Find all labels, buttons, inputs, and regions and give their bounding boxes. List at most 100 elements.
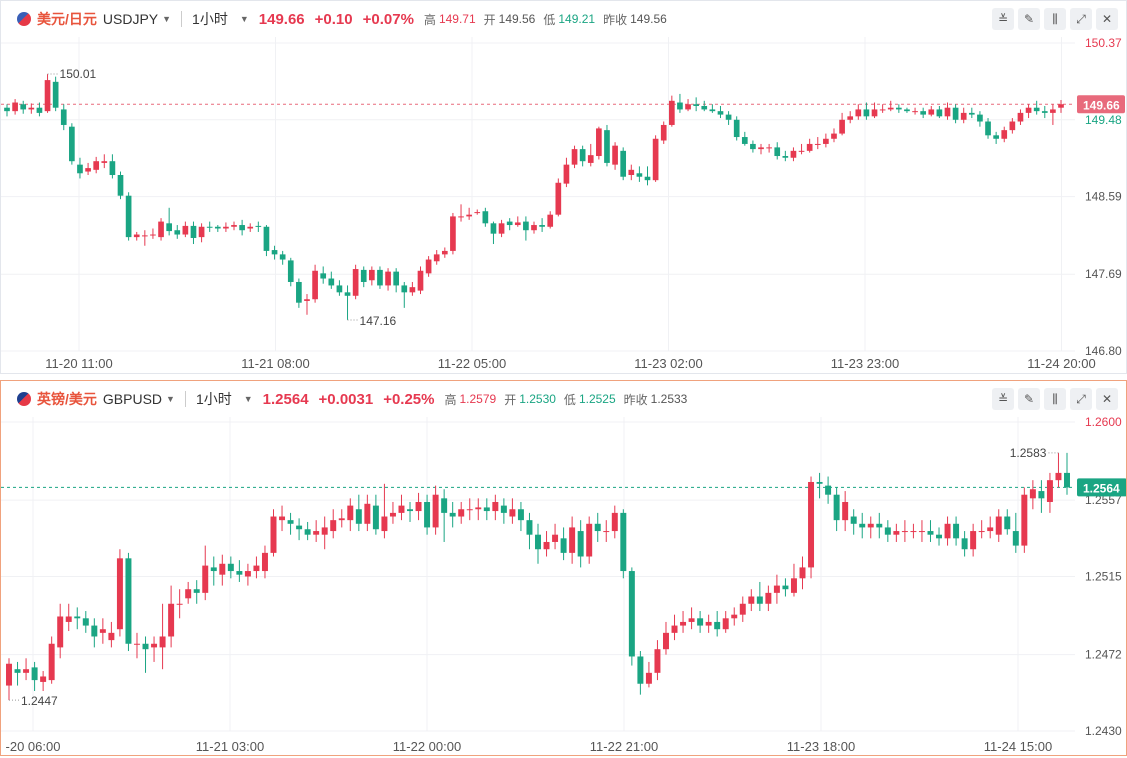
candle-body	[555, 182, 562, 215]
candle-body	[398, 505, 405, 513]
candle-body	[125, 558, 132, 644]
x-tick-label: 11-22 05:00	[438, 356, 506, 371]
candle-body	[60, 109, 67, 125]
candle-body	[765, 592, 772, 604]
candle-body	[1033, 107, 1040, 112]
candle-body	[377, 269, 383, 286]
gbpusd-chart[interactable]: 1.26001.25571.25151.24721.2430-20 06:00 1…	[1, 381, 1126, 755]
candle-body	[168, 603, 175, 637]
candle-body	[722, 618, 729, 630]
candle-body	[739, 603, 746, 615]
candle-body	[304, 299, 310, 301]
candle-body	[223, 226, 229, 229]
candle-body	[304, 529, 311, 535]
candle-body	[798, 150, 805, 152]
candle-body	[253, 565, 260, 572]
usdjpy-chart[interactable]: 150.37149.48148.59147.69146.8011-20 11:0…	[1, 1, 1126, 373]
candle-body	[320, 273, 327, 279]
candle-body	[693, 104, 699, 106]
candle-body	[506, 221, 513, 226]
candle-body	[884, 527, 891, 535]
candle-body	[563, 164, 570, 184]
candle-body	[279, 516, 286, 521]
candle-body	[313, 531, 320, 535]
candle-body	[662, 632, 669, 650]
candle-body	[101, 161, 108, 163]
candle-body	[159, 636, 166, 648]
candle-body	[475, 507, 482, 510]
candle-body	[790, 578, 797, 593]
candle-body	[552, 534, 559, 542]
x-tick-label: 11-21 03:00	[196, 739, 264, 754]
candle-body	[433, 254, 440, 262]
candle-body	[839, 119, 845, 134]
candle-body	[680, 621, 687, 626]
candle-body	[352, 269, 359, 296]
candle-body	[498, 223, 505, 234]
candle-body	[823, 138, 829, 144]
candle-body	[586, 523, 593, 557]
x-tick-label: 11-23 02:00	[634, 356, 702, 371]
max-label: 150.01	[60, 67, 97, 81]
candle-body	[936, 109, 943, 117]
candle-body	[936, 534, 943, 539]
candle-body	[458, 216, 464, 218]
candle-body	[360, 269, 367, 282]
candle-body	[654, 649, 661, 673]
candle-body	[1012, 531, 1019, 546]
candle-body	[594, 523, 601, 532]
candle-body	[717, 111, 724, 115]
candle-body	[928, 109, 935, 115]
candle-body	[151, 643, 158, 648]
candle-body	[701, 105, 708, 110]
candle-body	[628, 169, 635, 175]
candle-body	[449, 512, 456, 517]
candle-body	[31, 667, 38, 681]
candle-body	[409, 287, 416, 293]
candle-body	[424, 501, 431, 528]
candle-body	[1050, 109, 1056, 113]
candle-body	[65, 616, 72, 622]
candle-body	[91, 625, 98, 637]
candle-body	[296, 281, 302, 303]
candle-body	[611, 512, 618, 532]
candle-body	[896, 107, 902, 110]
candle-body	[952, 107, 959, 120]
candle-body	[239, 225, 245, 231]
candle-body	[36, 107, 43, 113]
candle-body	[219, 563, 226, 575]
y-tick-label: 1.2515	[1085, 570, 1122, 584]
candle-body	[774, 147, 781, 157]
candle-body	[977, 114, 983, 122]
candle-body	[1021, 494, 1028, 546]
candle-body	[312, 270, 318, 300]
current-price-label: 1.2564	[1083, 481, 1120, 495]
candle-body	[543, 541, 550, 550]
candle-body	[539, 225, 545, 227]
candle-body	[441, 250, 448, 255]
candle-body	[125, 195, 132, 238]
candle-body	[185, 589, 192, 599]
candle-body	[985, 121, 991, 136]
candle-body	[271, 250, 278, 255]
candle-body	[20, 104, 27, 110]
y-tick-label: 150.37	[1085, 36, 1122, 50]
candle-body	[93, 161, 100, 170]
candle-body	[214, 226, 221, 229]
candle-body	[535, 534, 541, 550]
candle-body	[166, 223, 172, 232]
candle-body	[52, 81, 59, 108]
candle-body	[741, 137, 748, 144]
candle-body	[748, 596, 755, 604]
candle-body	[483, 507, 490, 512]
candle-body	[490, 223, 497, 234]
candle-body	[531, 225, 537, 231]
candle-body	[569, 527, 576, 553]
x-tick-label: 11-24 20:00	[1027, 356, 1095, 371]
candle-body	[385, 271, 391, 286]
candle-body	[287, 520, 294, 524]
candle-body	[23, 669, 30, 673]
candle-body	[210, 567, 217, 572]
candle-body	[637, 656, 644, 684]
candle-body	[831, 133, 837, 139]
